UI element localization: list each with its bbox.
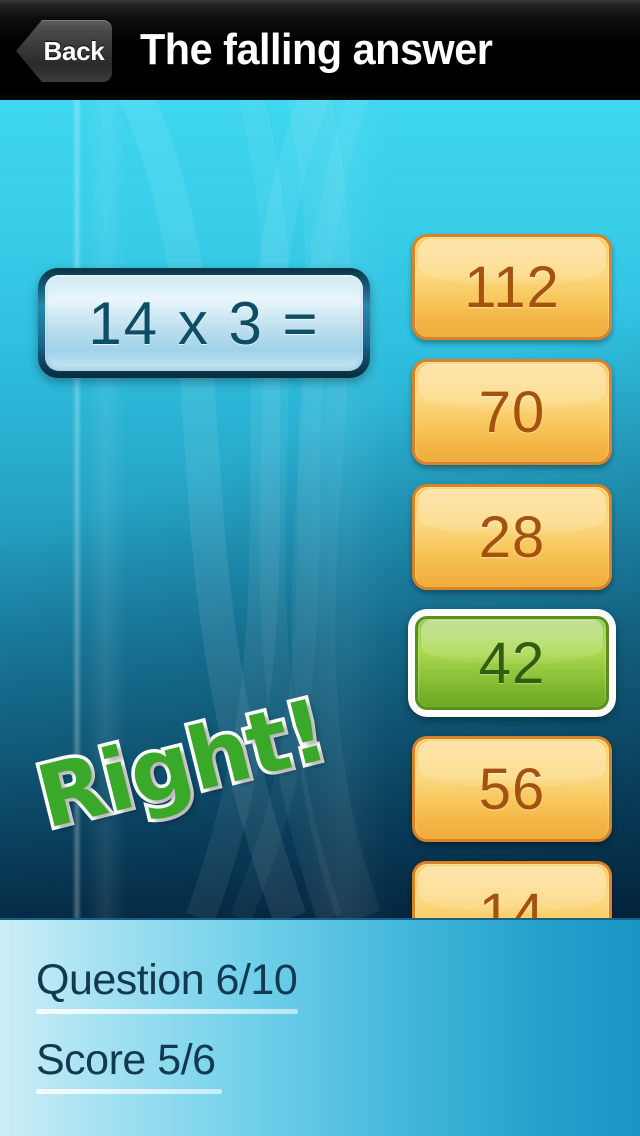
answer-button-28[interactable]: 28 [412,484,612,590]
answer-button-70[interactable]: 70 [412,359,612,465]
game-area: 14 x 3 = Right! 112 70 28 42 56 14 [0,100,640,918]
question-panel: 14 x 3 = [38,268,370,378]
answer-button-56[interactable]: 56 [412,736,612,842]
page-title: The falling answer [140,25,493,74]
answer-button-label: 14 [478,881,546,919]
question-progress-underline [36,1009,298,1014]
question-progress: Question 6/10 [36,956,298,1014]
answer-button-42[interactable]: 42 [408,609,616,717]
question-expression: 14 x 3 = [88,289,320,357]
question-progress-label: Question 6/10 [36,956,298,1004]
score-display: Score 5/6 [36,1036,222,1094]
answer-list: 112 70 28 42 56 14 [408,234,618,918]
status-panel: Question 6/10 Score 5/6 [0,918,640,1136]
answer-button-label: 112 [464,254,560,320]
answer-button-112[interactable]: 112 [412,234,612,340]
score-underline [36,1089,222,1094]
navigation-bar: Back The falling answer [0,0,640,100]
question-panel-inner: 14 x 3 = [45,275,363,371]
score-label: Score 5/6 [36,1036,216,1084]
answer-button-14[interactable]: 14 [412,861,612,918]
back-button[interactable]: Back [16,20,112,82]
back-button-label: Back [43,35,105,66]
answer-button-label: 56 [478,756,546,822]
answer-button-label: 70 [478,379,546,445]
app-screen: Back The falling answer 14 x 3 = Right! … [0,0,640,1136]
answer-button-label: 42 [478,630,546,696]
answer-button-label: 28 [478,504,546,570]
